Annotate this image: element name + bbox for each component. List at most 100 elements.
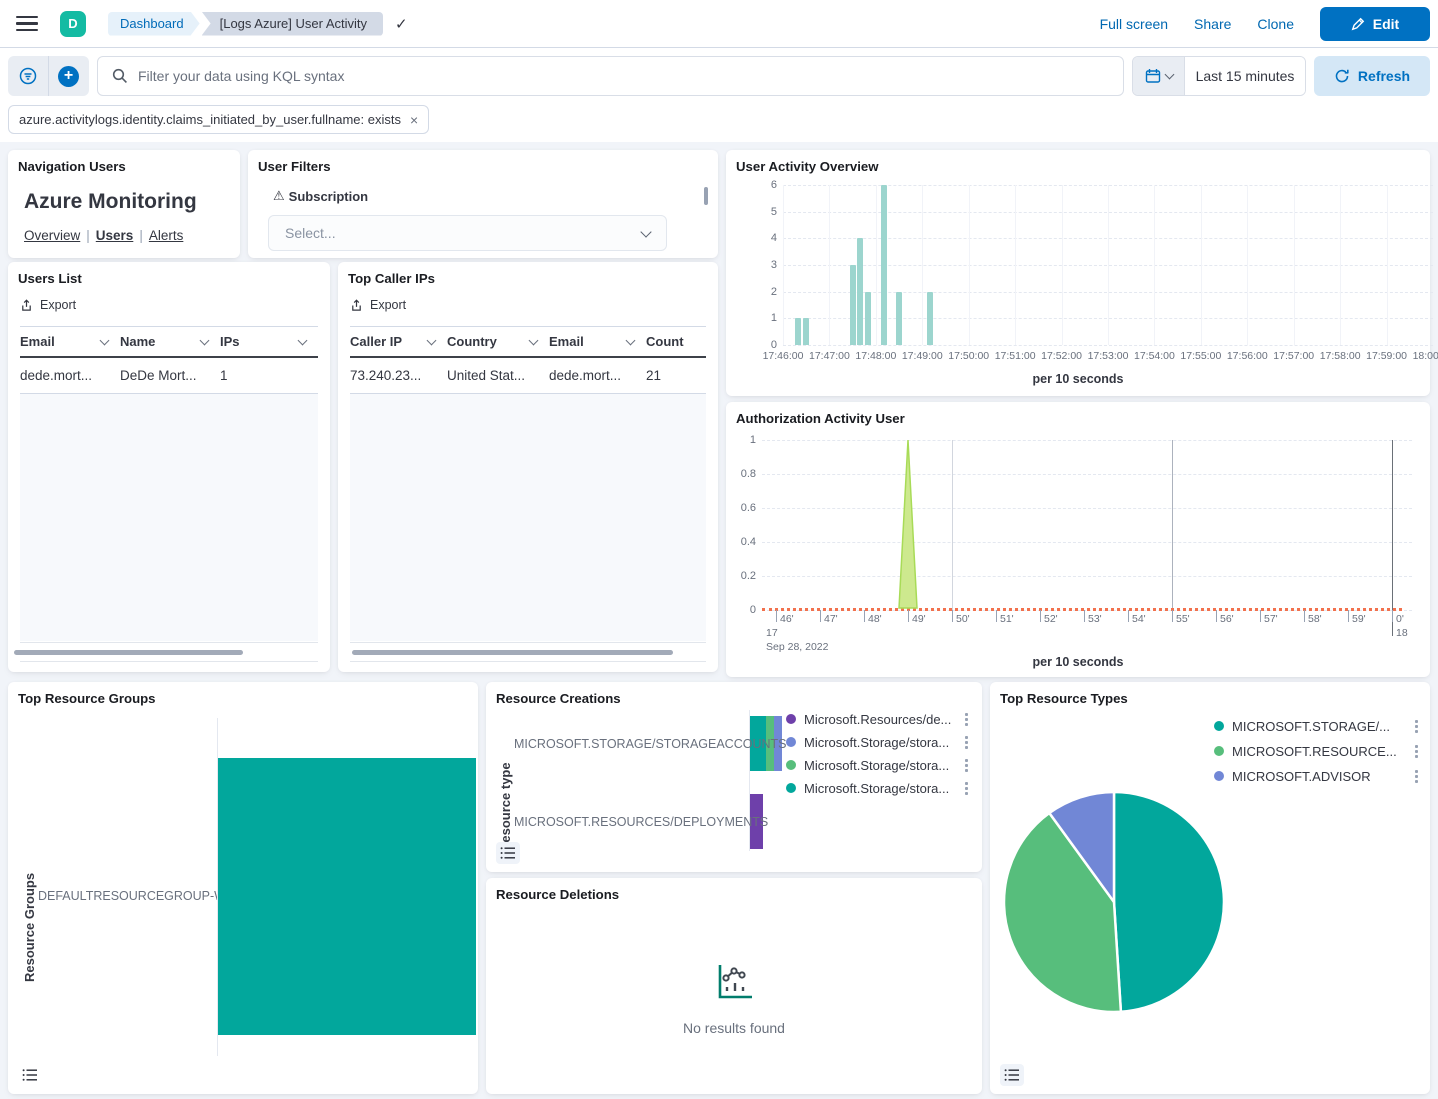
y-tick-label: 0 [734,604,756,616]
x-tick [864,610,865,622]
filter-pill[interactable]: azure.activitylogs.identity.claims_initi… [8,105,429,134]
x-tick [952,610,953,622]
space-avatar[interactable]: D [60,11,86,37]
export-button[interactable]: Export [20,298,76,312]
x-tick-label: 55' [1176,613,1190,625]
panel-top-resource-groups: Top Resource Groups Resource Groups DEFA… [8,682,478,1094]
legend-toggle-button[interactable] [496,842,520,864]
date-picker: Last 15 minutes [1132,56,1306,96]
chevron-down-icon [100,335,110,345]
x-tick [1348,610,1349,622]
table-empty-area [20,394,318,641]
x-tick-label: 59' [1352,613,1366,625]
column-header-email[interactable]: Email [20,334,120,349]
resource-types-pie-chart[interactable] [990,682,1430,1094]
export-label: Export [370,298,406,312]
remove-filter-icon[interactable]: × [410,112,418,128]
pie-slice[interactable] [1114,792,1224,1012]
column-header-count[interactable]: Count [646,334,706,349]
edit-button[interactable]: Edit [1320,7,1430,41]
y-tick-label: 0.6 [734,502,756,514]
legend-item[interactable]: Microsoft.Resources/de... [786,712,968,726]
legend-list-icon [500,846,516,860]
gridline [1433,185,1434,345]
panel-title: User Filters [248,150,718,174]
cell-caller-ip: 73.240.23... [350,368,447,383]
query-bar: + Filter your data using KQL syntax Last… [0,56,1438,96]
panel-resource-creations: Resource Creations Resource type Microso… [486,682,982,872]
authorization-activity-chart: 00.20.40.60.8146'47'48'49'50'51'52'53'54… [762,440,1412,610]
y-tick-label: 0.8 [734,468,756,480]
horizontal-scrollbar[interactable] [14,650,243,655]
menu-toggle-button[interactable] [16,16,38,32]
panel-title: Navigation Users [8,150,240,174]
gridline [1340,185,1341,345]
resource-group-bar[interactable] [218,758,476,1035]
legend-item[interactable]: Microsoft.Storage/stora... [786,735,968,749]
legend-menu-icon[interactable] [965,782,968,795]
cell-count: 21 [646,368,706,383]
link-separator: | [86,228,90,243]
export-button[interactable]: Export [350,298,406,312]
refresh-button[interactable]: Refresh [1314,56,1430,96]
full-screen-link[interactable]: Full screen [1100,16,1168,32]
clone-link[interactable]: Clone [1257,16,1294,32]
y-tick-label: 3 [755,259,777,271]
kql-search-input[interactable]: Filter your data using KQL syntax [97,56,1124,96]
time-range-button[interactable]: Last 15 minutes [1185,57,1305,95]
warning-icon: ⚠ [273,188,285,204]
gridline [1387,185,1388,345]
column-header-email[interactable]: Email [549,334,646,349]
x-tick-label: 17:50:00 [948,350,989,362]
x-tick-label: 17:51:00 [995,350,1036,362]
subscription-select[interactable]: Select... [268,215,667,251]
nav-link-users[interactable]: Users [96,228,134,243]
date-picker-calendar-button[interactable] [1133,57,1185,95]
chevron-down-icon [200,335,210,345]
saved-query-menu-button[interactable] [8,56,48,96]
legend-toggle-button[interactable] [1000,1064,1024,1086]
chevron-down-icon [298,335,308,345]
horizontal-scrollbar[interactable] [352,650,673,655]
column-header-caller-ip[interactable]: Caller IP [350,334,447,349]
x-tick-label: 17:49:00 [902,350,943,362]
activity-bar [865,292,871,345]
legend-list-icon [22,1068,38,1082]
add-filter-button[interactable]: + [48,56,88,96]
saved-check-icon: ✓ [395,15,408,33]
x-tick [908,610,909,622]
legend-item[interactable]: Microsoft.Storage/stora... [786,781,968,795]
column-header-country[interactable]: Country [447,334,549,349]
nav-link-alerts[interactable]: Alerts [149,228,184,243]
legend-menu-icon[interactable] [965,713,968,726]
link-separator: | [139,228,143,243]
y-tick-label: 2 [755,286,777,298]
filter-buttons-group: + [8,56,89,96]
legend-menu-icon[interactable] [965,736,968,749]
breadcrumb-dashboard[interactable]: Dashboard [108,12,200,36]
legend-menu-icon[interactable] [965,759,968,772]
x-tick-label: 17:57:00 [1273,350,1314,362]
column-header-name[interactable]: Name [120,334,220,349]
x-tick-label: 54' [1132,613,1146,625]
legend-toggle-button[interactable] [18,1064,42,1086]
activity-bar [881,185,887,345]
legend-label: Microsoft.Resources/de... [804,712,957,727]
column-header-ips[interactable]: IPs [220,334,318,349]
pencil-icon [1351,17,1365,31]
share-link[interactable]: Share [1194,16,1231,32]
filter-pill-label: azure.activitylogs.identity.claims_initi… [19,112,401,127]
activity-bar [896,292,902,345]
breadcrumb-current[interactable]: [Logs Azure] User Activity [202,12,383,36]
panel-title: Resource Deletions [486,878,982,902]
table-row[interactable]: 73.240.23... United Stat... dede.mort...… [350,358,706,394]
plus-icon: + [58,66,79,87]
nav-link-overview[interactable]: Overview [24,228,80,243]
panel-scrollbar[interactable] [704,187,708,205]
category-label: MICROSOFT.RESOURCES/DEPLOYMENTS [514,815,742,829]
panel-title: User Activity Overview [726,150,1430,174]
gridline [876,185,877,345]
table-row[interactable]: dede.mort... DeDe Mort... 1 [20,358,318,394]
panel-top-caller-ips: Top Caller IPs Export Caller IP Country … [338,262,718,672]
legend-item[interactable]: Microsoft.Storage/stora... [786,758,968,772]
